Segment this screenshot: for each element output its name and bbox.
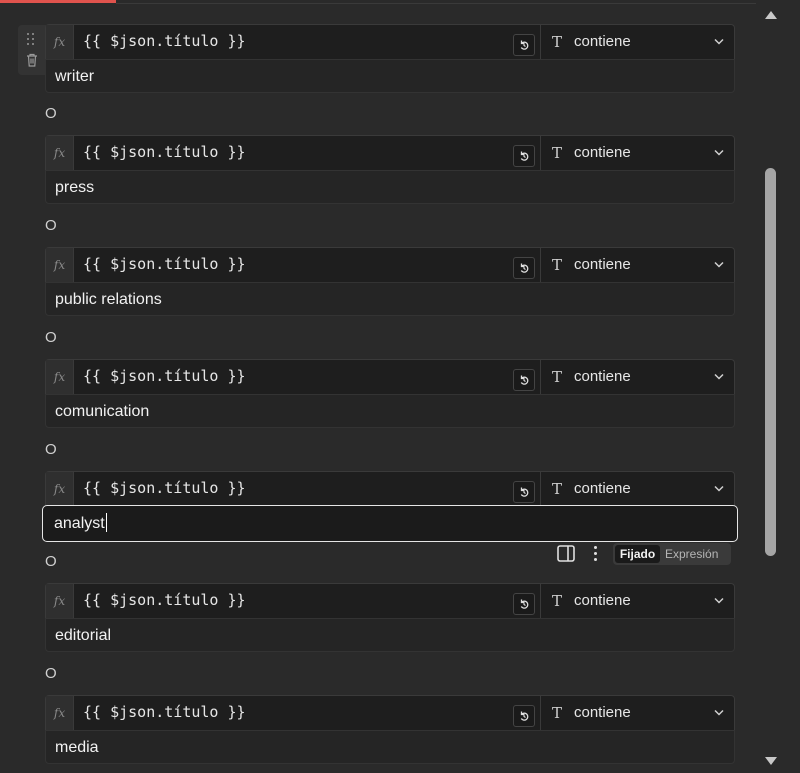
condition-row: fx {{ $json.título }} T contiene press [45, 135, 735, 204]
more-vertical-icon[interactable] [592, 546, 598, 562]
chevron-down-icon [714, 149, 724, 156]
fx-icon: fx [46, 136, 74, 171]
condition-row: fx {{ $json.título }} T contiene editori… [45, 583, 735, 652]
text-type-icon: T [552, 368, 563, 386]
reset-icon[interactable] [513, 369, 535, 391]
expression-input[interactable]: {{ $json.título }} [83, 25, 246, 60]
operator-label: contiene [574, 592, 631, 609]
combinator-label: O [45, 665, 57, 682]
operator-select[interactable]: T contiene [540, 360, 736, 395]
operator-label: contiene [574, 144, 631, 161]
operator-label: contiene [574, 368, 631, 385]
operator-label: contiene [574, 33, 631, 50]
text-type-icon: T [552, 480, 563, 498]
operator-label: contiene [574, 256, 631, 273]
fx-icon: fx [46, 696, 74, 731]
expression-input[interactable]: {{ $json.título }} [83, 584, 246, 619]
chevron-down-icon [714, 485, 724, 492]
scroll-thumb[interactable] [765, 168, 776, 556]
scroll-down-icon[interactable] [765, 757, 777, 765]
chevron-down-icon [714, 261, 724, 268]
value-input[interactable]: public relations [45, 282, 735, 316]
operator-select[interactable]: T contiene [540, 696, 736, 731]
operator-select[interactable]: T contiene [540, 584, 736, 619]
operator-label: contiene [574, 480, 631, 497]
combinator-label: O [45, 441, 57, 458]
fx-icon: fx [46, 584, 74, 619]
condition-left-field: fx {{ $json.título }} T contiene [45, 24, 736, 60]
fx-icon: fx [46, 360, 74, 395]
reset-icon[interactable] [513, 705, 535, 727]
text-type-icon: T [552, 33, 563, 51]
value-input[interactable]: press [45, 170, 735, 204]
text-type-icon: T [552, 256, 563, 274]
mode-fixed-button[interactable]: Fijado [615, 545, 660, 563]
condition-left-field: fx {{ $json.título }} T contiene [45, 135, 736, 171]
condition-row: fx {{ $json.título }} T contiene media [45, 695, 735, 764]
expression-input[interactable]: {{ $json.título }} [83, 360, 246, 395]
condition-left-field: fx {{ $json.título }} T contiene [45, 583, 736, 619]
operator-select[interactable]: T contiene [540, 25, 736, 60]
value-input[interactable]: media [45, 730, 735, 764]
reset-icon[interactable] [513, 145, 535, 167]
fx-icon: fx [46, 25, 74, 60]
mode-expression-button[interactable]: Expresión [665, 545, 718, 563]
chevron-down-icon [714, 373, 724, 380]
text-type-icon: T [552, 144, 563, 162]
conditions-list: fx {{ $json.título }} T contiene writer … [0, 0, 755, 773]
expression-input[interactable]: {{ $json.título }} [83, 472, 246, 507]
value-input[interactable]: writer [45, 59, 735, 93]
reset-icon[interactable] [513, 257, 535, 279]
condition-row: fx {{ $json.título }} T contiene public … [45, 247, 735, 316]
chevron-down-icon [714, 38, 724, 45]
text-type-icon: T [552, 592, 563, 610]
expression-input[interactable]: {{ $json.título }} [83, 248, 246, 283]
drag-handle-icon[interactable] [27, 33, 37, 47]
value-input[interactable]: comunication [45, 394, 735, 428]
fx-icon: fx [46, 472, 74, 507]
combinator-label: O [45, 553, 57, 570]
expression-input[interactable]: {{ $json.título }} [83, 136, 246, 171]
vertical-scrollbar[interactable] [757, 0, 800, 773]
combinator-label: O [45, 105, 57, 122]
condition-row: fx {{ $json.título }} T contiene comunic… [45, 359, 735, 428]
condition-left-field: fx {{ $json.título }} T contiene [45, 695, 736, 731]
text-cursor [105, 513, 107, 532]
reset-icon[interactable] [513, 481, 535, 503]
condition-row-tools [18, 25, 46, 75]
value-input[interactable]: editorial [45, 618, 735, 652]
value-input-focused[interactable]: analyst [42, 505, 738, 542]
operator-select[interactable]: T contiene [540, 136, 736, 171]
operator-select[interactable]: T contiene [540, 472, 736, 507]
operator-select[interactable]: T contiene [540, 248, 736, 283]
combinator-label: O [45, 217, 57, 234]
scroll-up-icon[interactable] [765, 11, 777, 19]
fx-icon: fx [46, 248, 74, 283]
chevron-down-icon [714, 597, 724, 604]
reset-icon[interactable] [513, 593, 535, 615]
operator-label: contiene [574, 704, 631, 721]
value-text: analyst [54, 515, 105, 532]
reset-icon[interactable] [513, 34, 535, 56]
mode-toggle: Fijado Expresión [613, 543, 731, 565]
condition-left-field: fx {{ $json.título }} T contiene [45, 471, 736, 507]
trash-icon[interactable] [26, 53, 38, 67]
combinator-label: O [45, 329, 57, 346]
expression-input[interactable]: {{ $json.título }} [83, 696, 246, 731]
condition-left-field: fx {{ $json.título }} T contiene [45, 359, 736, 395]
condition-row: fx {{ $json.título }} T contiene writer [45, 24, 735, 93]
chevron-down-icon [714, 709, 724, 716]
condition-left-field: fx {{ $json.título }} T contiene [45, 247, 736, 283]
panel-icon[interactable] [557, 545, 575, 562]
text-type-icon: T [552, 704, 563, 722]
